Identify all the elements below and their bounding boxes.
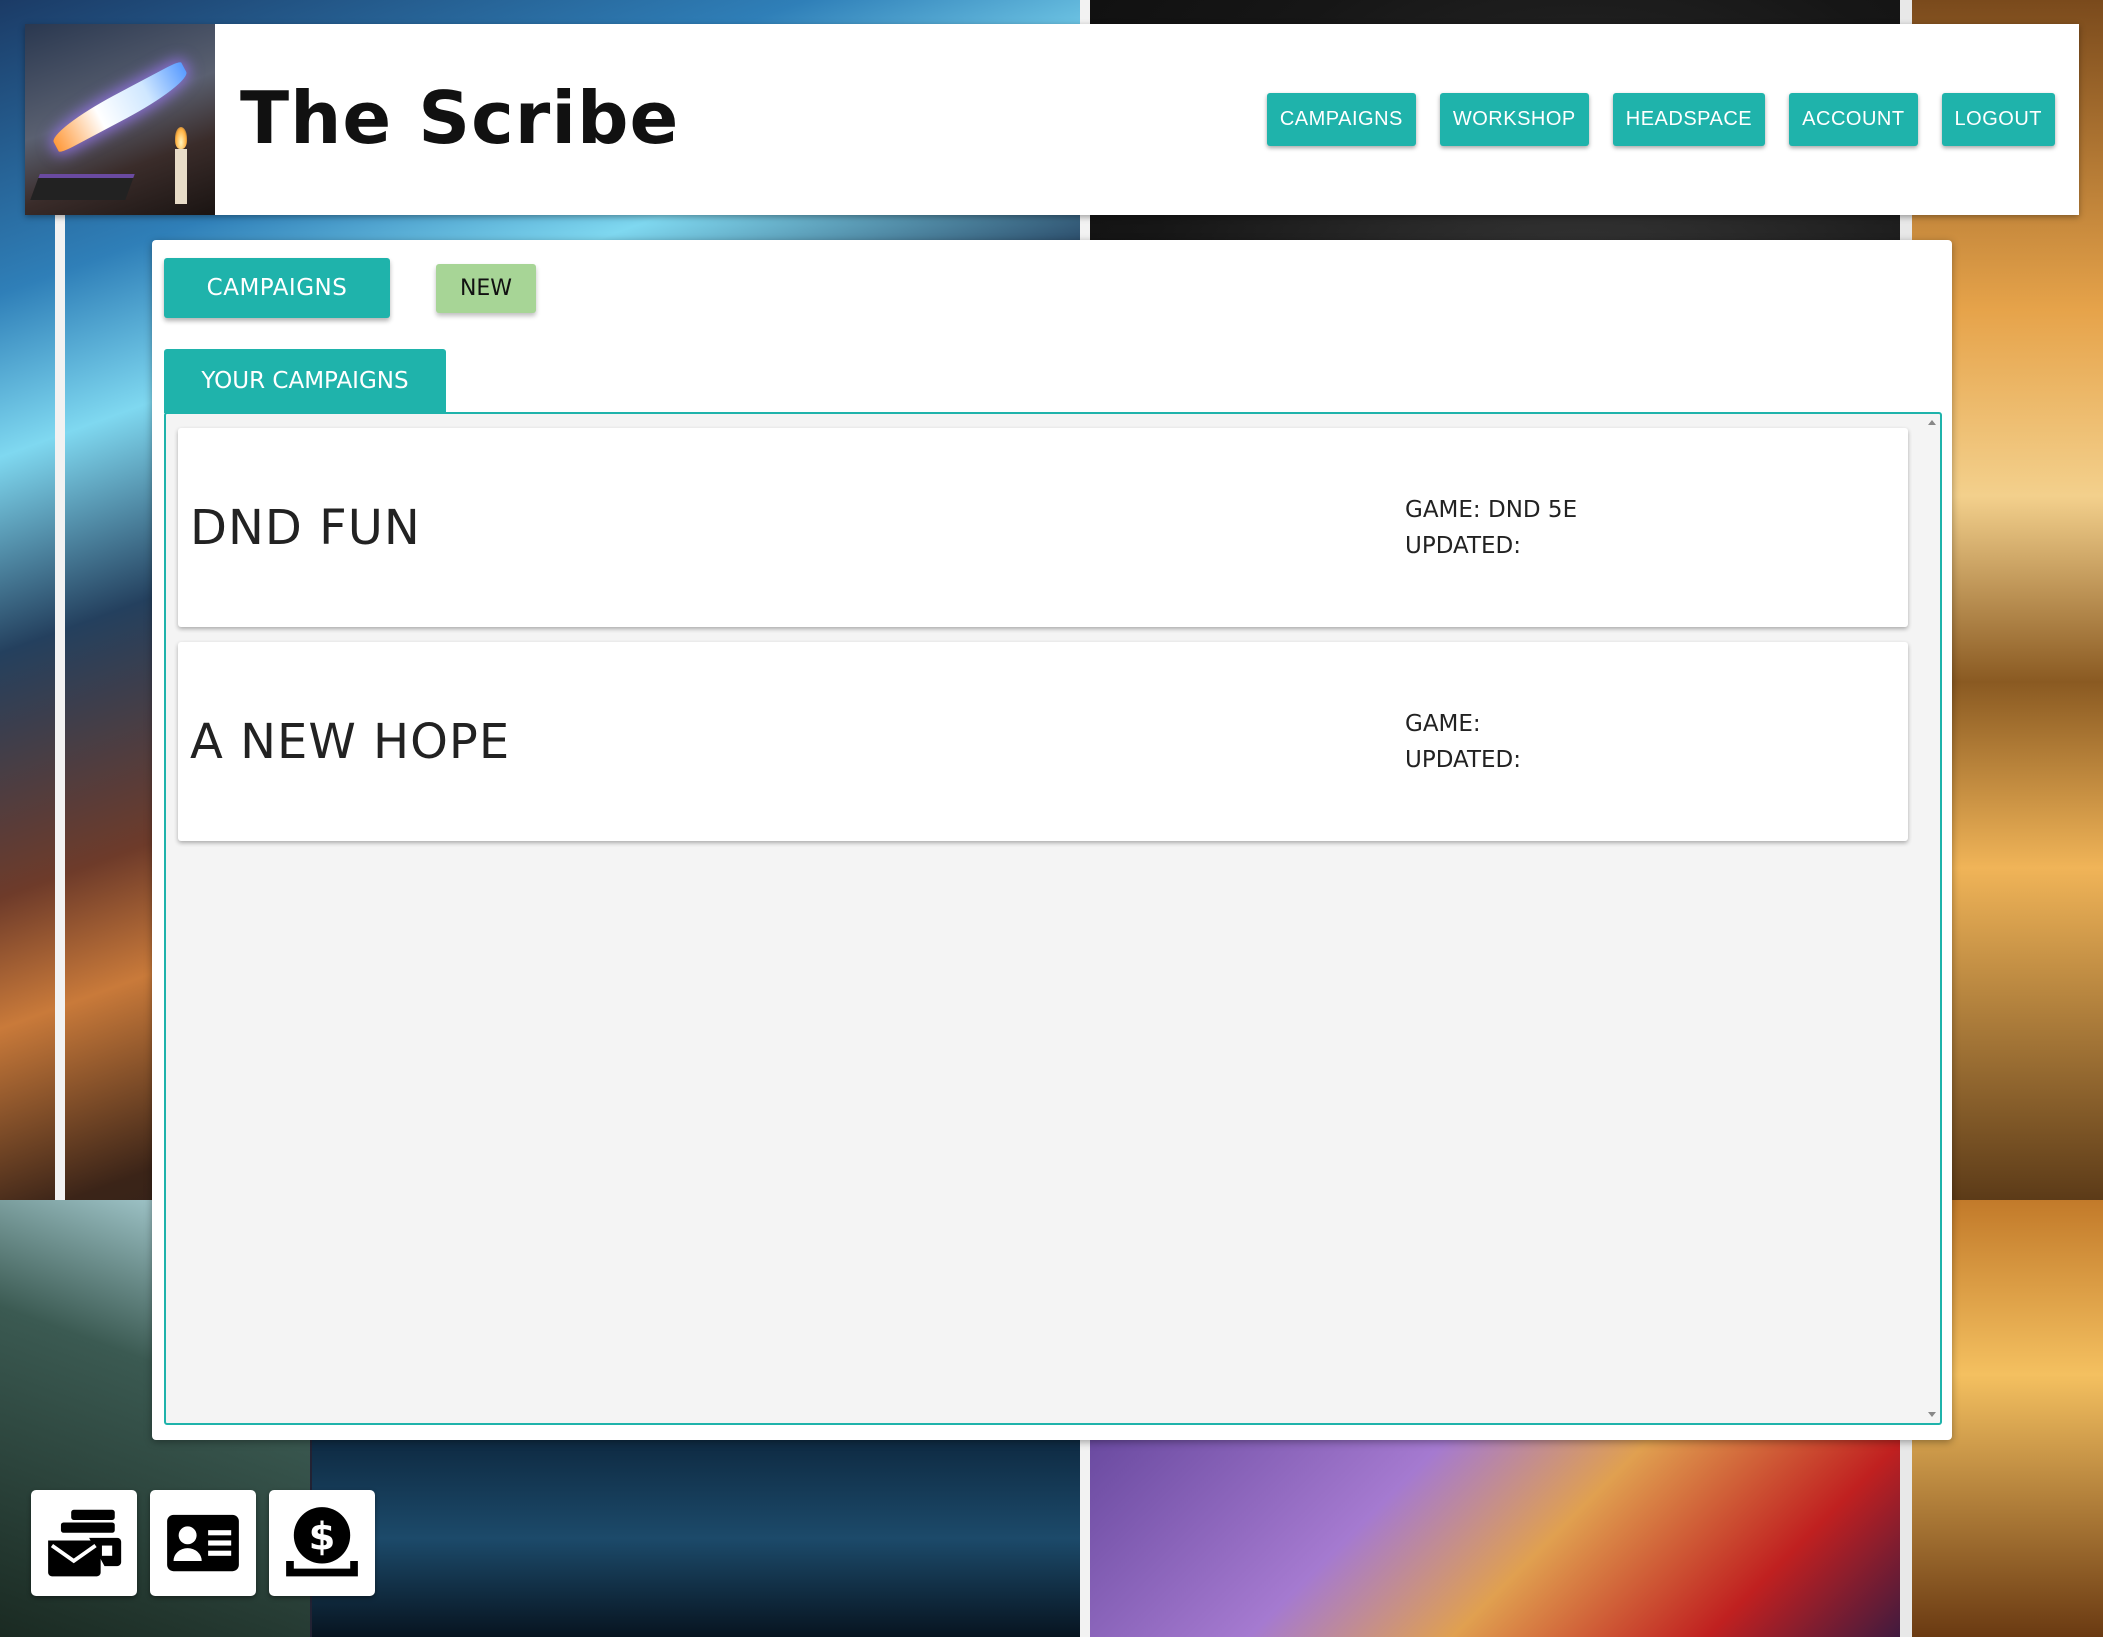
app-header: The Scribe CAMPAIGNS WORKSHOP HEADSPACE … — [25, 24, 2079, 215]
inbox-button[interactable] — [31, 1490, 137, 1596]
campaign-game: GAME: — [1405, 711, 1481, 737]
campaign-meta: GAME: UPDATED: — [1405, 706, 1521, 778]
scroll-down-arrow[interactable] — [1928, 1412, 1936, 1417]
contact-card-icon — [167, 1514, 239, 1572]
nav-account-button[interactable]: ACCOUNT — [1789, 93, 1918, 146]
section-title: YOUR CAMPAIGNS — [164, 349, 446, 413]
campaign-updated: UPDATED: — [1405, 533, 1521, 559]
campaign-meta: GAME: DND 5E UPDATED: — [1405, 492, 1577, 564]
svg-text:$: $ — [309, 1514, 336, 1559]
new-campaign-button[interactable]: NEW — [436, 264, 536, 313]
nav-headspace-button[interactable]: HEADSPACE — [1612, 93, 1766, 146]
campaigns-panel: CAMPAIGNS NEW YOUR CAMPAIGNS DND FUN GAM… — [152, 240, 1952, 1440]
campaign-updated: UPDATED: — [1405, 747, 1521, 773]
campaign-card[interactable]: A NEW HOPE GAME: UPDATED: — [178, 642, 1908, 841]
app-logo[interactable] — [25, 24, 215, 215]
candle-icon — [175, 149, 187, 204]
nav-logout-button[interactable]: LOGOUT — [1941, 93, 2055, 146]
campaign-name: A NEW HOPE — [190, 713, 511, 770]
campaign-list: DND FUN GAME: DND 5E UPDATED: A NEW HOPE… — [164, 412, 1942, 1425]
money-deposit-icon: $ — [286, 1507, 358, 1577]
nav-campaigns-button[interactable]: CAMPAIGNS — [1266, 93, 1416, 146]
contacts-button[interactable] — [150, 1490, 256, 1596]
campaign-game: GAME: DND 5E — [1405, 497, 1578, 523]
funds-button[interactable]: $ — [269, 1490, 375, 1596]
campaign-name: DND FUN — [190, 499, 421, 556]
scroll-up-arrow[interactable] — [1928, 420, 1936, 425]
app-title: The Scribe — [240, 76, 680, 160]
inbox-stack-icon — [48, 1509, 122, 1577]
quill-icon — [47, 60, 193, 154]
main-nav: CAMPAIGNS WORKSHOP HEADSPACE ACCOUNT LOG… — [1266, 93, 2055, 146]
campaigns-tab-button[interactable]: CAMPAIGNS — [164, 258, 390, 318]
campaign-card[interactable]: DND FUN GAME: DND 5E UPDATED: — [178, 428, 1908, 627]
bottom-dock: $ — [31, 1490, 375, 1596]
nav-workshop-button[interactable]: WORKSHOP — [1439, 93, 1589, 146]
